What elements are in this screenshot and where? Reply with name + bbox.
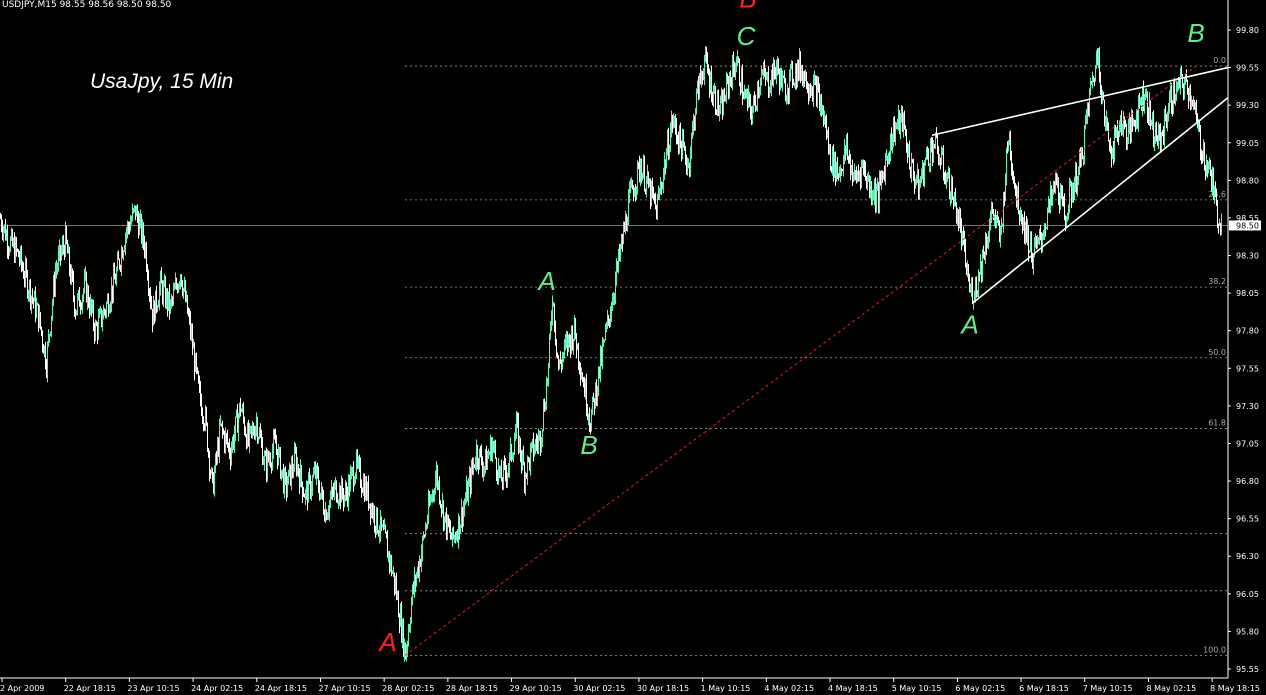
chart-title: UsaJpy, 15 Min [90, 70, 234, 93]
y-tick-label: 95.80 [1236, 627, 1259, 636]
wave-label: A [959, 310, 978, 340]
fib-level-label: 100.0 [1203, 645, 1226, 654]
x-tick-label: 24 Apr 18:15 [255, 684, 307, 693]
y-tick-label: 95.55 [1236, 665, 1259, 674]
wave-label: B [580, 430, 597, 460]
y-tick-label: 97.30 [1236, 402, 1259, 411]
y-tick-label: 96.55 [1236, 515, 1259, 524]
y-tick-label: 99.05 [1236, 139, 1259, 148]
x-tick-label: 23 Apr 10:15 [127, 684, 179, 693]
y-tick-label: 99.55 [1236, 64, 1259, 73]
y-tick-label: 97.80 [1236, 327, 1259, 336]
price-chart[interactable]: 99.8099.5599.3099.0598.8098.5598.3098.05… [0, 0, 1266, 695]
y-tick-label: 98.80 [1236, 176, 1259, 185]
x-tick-label: 1 May 10:15 [701, 684, 751, 693]
x-tick-label: 24 Apr 02:15 [191, 684, 243, 693]
x-tick-label: 28 Apr 18:15 [446, 684, 498, 693]
dotted-trendline [404, 65, 1197, 656]
x-tick-label: 8 May 18:15 [1210, 684, 1260, 693]
wave-label: B [739, 0, 756, 13]
fibonacci-levels: 0.0 23.6 38.2 50.0 61.8 100.0 [405, 56, 1228, 656]
current-price-label: 98.50 [1236, 221, 1259, 230]
y-tick-label: 97.05 [1236, 439, 1259, 448]
fib-level-label: 50.0 [1208, 348, 1226, 357]
x-tick-label: 30 Apr 18:15 [637, 684, 689, 693]
y-tick-label: 98.05 [1236, 289, 1259, 298]
y-tick-label: 96.30 [1236, 552, 1259, 561]
y-tick-label: 99.80 [1236, 26, 1259, 35]
wave-label: B [1187, 18, 1204, 48]
y-tick-label: 98.30 [1236, 252, 1259, 261]
x-tick-label: 2 Apr 2009 [0, 684, 44, 693]
fib-level-label: 0.0 [1213, 56, 1226, 65]
x-tick-label: 7 May 10:15 [1083, 684, 1133, 693]
wedge-lower-line [971, 97, 1229, 305]
wave-label: A [536, 266, 555, 296]
fib-level-label: 61.8 [1208, 418, 1226, 427]
x-tick-label: 4 May 02:15 [764, 684, 814, 693]
x-tick-label: 28 Apr 02:15 [382, 684, 434, 693]
x-tick-label: 4 May 18:15 [828, 684, 878, 693]
x-tick-label: 8 May 02:15 [1146, 684, 1196, 693]
x-tick-label: 30 Apr 02:15 [573, 684, 625, 693]
y-tick-label: 96.80 [1236, 477, 1259, 486]
y-tick-label: 99.30 [1236, 101, 1259, 110]
fib-level-label: 23.6 [1208, 190, 1226, 199]
price-series [0, 45, 1222, 662]
x-tick-label: 29 Apr 10:15 [510, 684, 562, 693]
y-tick-label: 97.55 [1236, 364, 1259, 373]
x-tick-label: 5 May 10:15 [892, 684, 942, 693]
wedge-upper-line [931, 66, 1229, 137]
drawn-lines [404, 65, 1229, 656]
y-tick-label: 96.05 [1236, 590, 1259, 599]
wave-label: C [737, 21, 756, 51]
x-tick-label: 22 Apr 18:15 [64, 684, 116, 693]
x-tick-label: 6 May 02:15 [955, 684, 1005, 693]
wave-label: A [377, 627, 396, 657]
x-tick-label: 6 May 18:15 [1019, 684, 1069, 693]
x-tick-label: 27 Apr 10:15 [318, 684, 370, 693]
wave-labels: ABCABAB [377, 0, 1204, 657]
fib-level-label: 38.2 [1208, 277, 1226, 286]
